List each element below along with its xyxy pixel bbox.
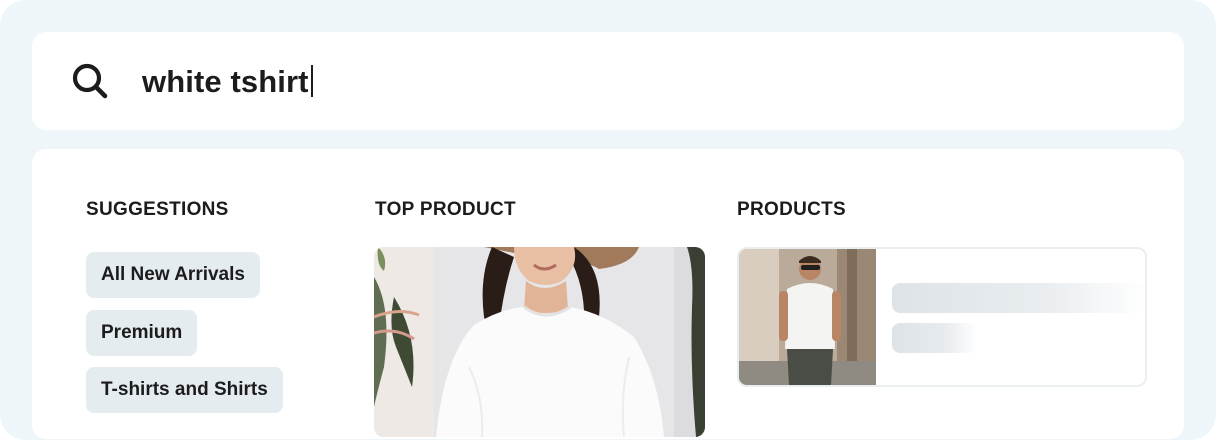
search-input[interactable]: white tshirt (142, 62, 313, 102)
woman-photo (374, 247, 705, 437)
loading-skeleton-price (892, 323, 978, 353)
loading-skeleton-title (892, 283, 1145, 313)
suggestion-chip[interactable]: All New Arrivals (86, 252, 260, 298)
search-bar[interactable]: white tshirt (32, 32, 1184, 130)
text-caret (310, 65, 313, 97)
search-query: white tshirt (142, 64, 309, 99)
results-panel: SUGGESTIONS TOP PRODUCT PRODUCTS All New… (32, 149, 1184, 439)
search-widget: white tshirt SUGGESTIONS TOP PRODUCT PRO… (0, 0, 1216, 440)
products-heading: PRODUCTS (737, 199, 847, 220)
product-thumbnail (739, 249, 876, 385)
search-icon[interactable] (70, 61, 110, 101)
product-card[interactable] (737, 247, 1147, 387)
suggestion-chip[interactable]: T-shirts and Shirts (86, 367, 283, 413)
suggestions-heading: SUGGESTIONS (86, 199, 229, 220)
suggestion-chip[interactable]: Premium (86, 310, 198, 356)
top-product-heading: TOP PRODUCT (375, 199, 516, 220)
top-product-image[interactable] (374, 247, 705, 437)
